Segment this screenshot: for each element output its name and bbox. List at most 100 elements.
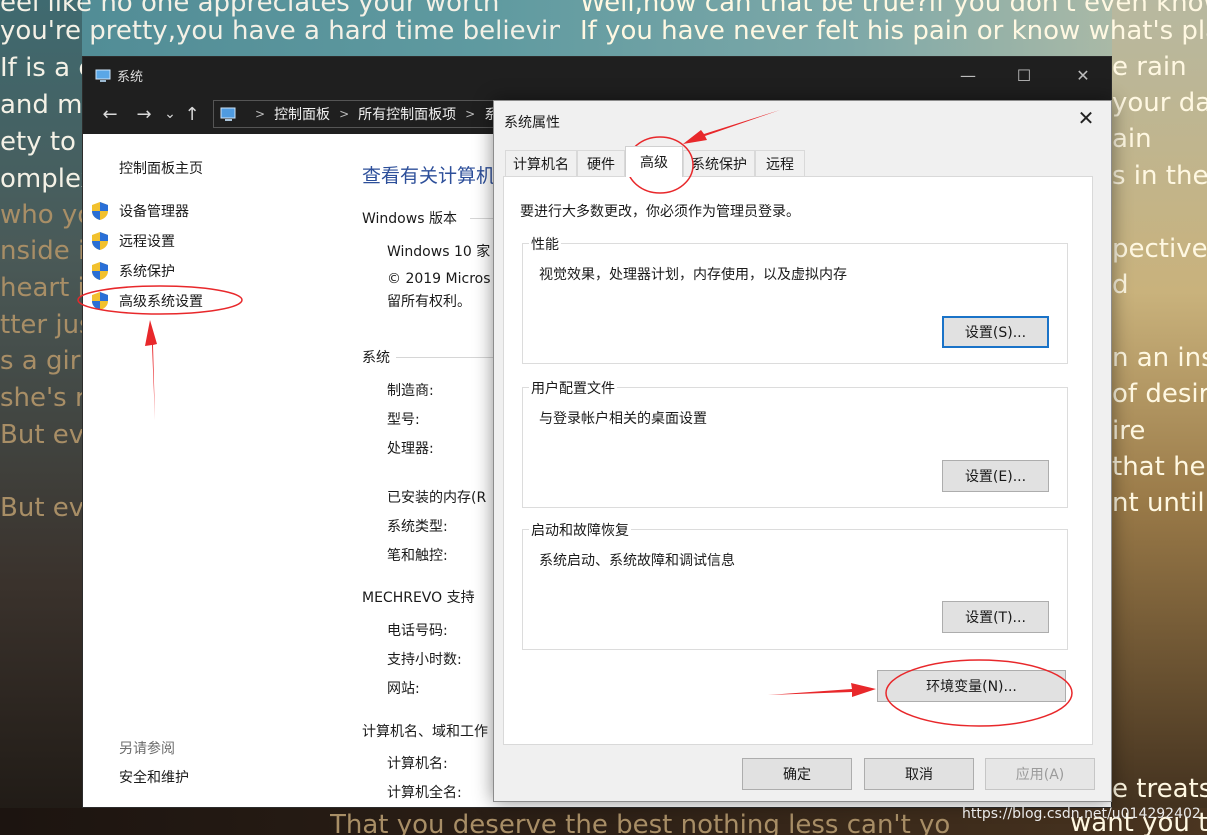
tab-hardware[interactable]: 硬件 [577, 150, 625, 176]
memory-label: 已安装的内存(R [387, 490, 487, 506]
breadcrumb-separator: > [465, 107, 476, 121]
support-hours-label: 支持小时数: [387, 652, 462, 668]
system-properties-dialog: 系统属性 ✕ 计算机名 硬件 高级 系统保护 远程 要进行大多数更改，你必须作为… [493, 100, 1112, 802]
lyric-line: omplex [0, 164, 82, 194]
copyright-line: 留所有权利。 [387, 294, 471, 310]
system-window-title: 系统 [117, 70, 144, 85]
lyric-line: If is a c [0, 53, 82, 83]
computer-name-heading: 计算机名、域和工作 [362, 724, 488, 740]
breadcrumb-control-panel[interactable]: 控制面板 [274, 104, 330, 124]
page-title: 查看有关计算机 [362, 165, 496, 187]
control-panel-icon [220, 106, 238, 122]
watermark: https://blog.csdn.net/u014292402 [962, 806, 1201, 822]
sidebar-item-label: 系统保护 [119, 264, 175, 280]
windows-edition-value: Windows 10 家 [387, 244, 491, 260]
lyric-line: nt until y [1112, 488, 1207, 518]
breadcrumb[interactable]: > 控制面板 > 所有控制面板项 > 系 [213, 100, 513, 128]
shield-icon [91, 261, 109, 281]
full-computer-name-label: 计算机全名: [387, 785, 462, 801]
up-button[interactable]: ↑ [179, 104, 205, 125]
startup-recovery-group: 启动和故障恢复 系统启动、系统故障和调试信息 设置(T)... [522, 520, 1068, 650]
lyric-line: ety to a [0, 127, 82, 157]
tab-advanced[interactable]: 高级 [625, 146, 683, 177]
sidebar-item-device-manager[interactable]: 设备管理器 [91, 199, 189, 223]
lyric-line: e treats [1112, 774, 1207, 804]
lyric-line: ain [1112, 124, 1152, 154]
system-titlebar[interactable]: 系统 — ☐ ✕ [83, 57, 1111, 94]
windows-edition-heading: Windows 版本 [362, 211, 457, 227]
website-label: 网站: [387, 681, 420, 697]
user-profiles-description: 与登录帐户相关的桌面设置 [539, 411, 707, 427]
dialog-title: 系统属性 [504, 115, 560, 131]
user-profiles-group: 用户配置文件 与登录帐户相关的桌面设置 设置(E)... [522, 378, 1068, 508]
support-heading: MECHREVO 支持 [362, 590, 475, 606]
tab-system-protection[interactable]: 系统保护 [683, 150, 755, 176]
lyric-line: If you have never felt his pain or know … [580, 16, 1207, 46]
user-profiles-settings-button[interactable]: 设置(E)... [942, 460, 1049, 492]
lyric-line: you're pretty,you have a hard time belie… [0, 16, 560, 46]
tab-computer-name[interactable]: 计算机名 [505, 150, 577, 176]
lyric-line: n an inst [1112, 343, 1207, 373]
left-pane: 控制面板主页 设备管理器 远程设置 系统保护 高级系统设置 另请参阅 安全和维护 [83, 134, 348, 807]
sidebar-item-label: 远程设置 [119, 234, 175, 250]
dialog-close-button[interactable]: ✕ [1075, 107, 1097, 129]
phone-label: 电话号码: [387, 623, 448, 639]
processor-label: 处理器: [387, 441, 434, 457]
lyric-line: pective [1112, 234, 1207, 264]
tab-remote[interactable]: 远程 [755, 150, 805, 176]
back-button[interactable]: ← [93, 104, 127, 125]
breadcrumb-separator: > [339, 107, 350, 121]
security-maintenance-link[interactable]: 安全和维护 [119, 767, 189, 787]
copyright-line: © 2019 Micros [387, 271, 491, 287]
lyric-line: tter jus [0, 310, 82, 340]
apply-button[interactable]: 应用(A) [985, 758, 1095, 790]
breadcrumb-all-items[interactable]: 所有控制面板项 [358, 104, 456, 124]
sidebar-item-label: 设备管理器 [119, 204, 189, 220]
wallpaper-left [0, 0, 82, 835]
sidebar-item-label: 高级系统设置 [119, 294, 203, 310]
lyric-line: s a girl y [0, 346, 82, 376]
model-label: 型号: [387, 412, 420, 428]
admin-note: 要进行大多数更改，你必须作为管理员登录。 [520, 204, 800, 220]
performance-settings-button[interactable]: 设置(S)... [942, 316, 1049, 348]
user-profiles-label: 用户配置文件 [529, 378, 617, 398]
pen-touch-label: 笔和触控: [387, 548, 448, 564]
lyric-line: and mo [0, 90, 82, 120]
shield-icon [91, 291, 109, 311]
breadcrumb-separator: > [255, 107, 266, 121]
startup-recovery-label: 启动和故障恢复 [529, 520, 631, 540]
performance-group: 性能 视觉效果，处理器计划，内存使用，以及虚拟内存 设置(S)... [522, 234, 1068, 364]
lyric-line: who you [0, 200, 82, 230]
minimize-button[interactable]: — [945, 57, 991, 94]
forward-button[interactable]: → [127, 104, 161, 125]
maximize-button[interactable]: ☐ [1001, 57, 1047, 94]
environment-variables-button[interactable]: 环境变量(N)... [877, 670, 1066, 702]
lyric-line: heart i [0, 273, 82, 303]
lyric-line: she's r [0, 383, 82, 413]
lyric-line: nside in [0, 236, 82, 266]
sidebar-item-advanced-settings[interactable]: 高级系统设置 [91, 289, 203, 313]
divider [396, 357, 496, 358]
cancel-button[interactable]: 取消 [864, 758, 974, 790]
lyric-line: your day [1112, 88, 1207, 118]
lyric-line: That you deserve the best nothing less c… [330, 810, 950, 835]
sidebar-item-remote-settings[interactable]: 远程设置 [91, 229, 175, 253]
sidebar-item-system-protection[interactable]: 系统保护 [91, 259, 175, 283]
system-heading: 系统 [362, 350, 390, 366]
recent-locations-button[interactable]: ⌄ [161, 106, 179, 122]
lyric-line: But eve [0, 420, 82, 450]
control-panel-home-link[interactable]: 控制面板主页 [119, 158, 203, 178]
lyric-line: d [1112, 270, 1129, 300]
lyric-line: e rain [1112, 52, 1187, 82]
system-type-label: 系统类型: [387, 519, 448, 535]
lyric-line: But ev [0, 493, 82, 523]
performance-label: 性能 [529, 234, 561, 254]
shield-icon [91, 201, 109, 221]
startup-recovery-settings-button[interactable]: 设置(T)... [942, 601, 1049, 633]
lyric-line: ire [1112, 416, 1146, 446]
see-also-heading: 另请参阅 [119, 741, 175, 757]
ok-button[interactable]: 确定 [742, 758, 852, 790]
close-button[interactable]: ✕ [1060, 57, 1106, 94]
shield-icon [91, 231, 109, 251]
performance-description: 视觉效果，处理器计划，内存使用，以及虚拟内存 [539, 267, 847, 283]
